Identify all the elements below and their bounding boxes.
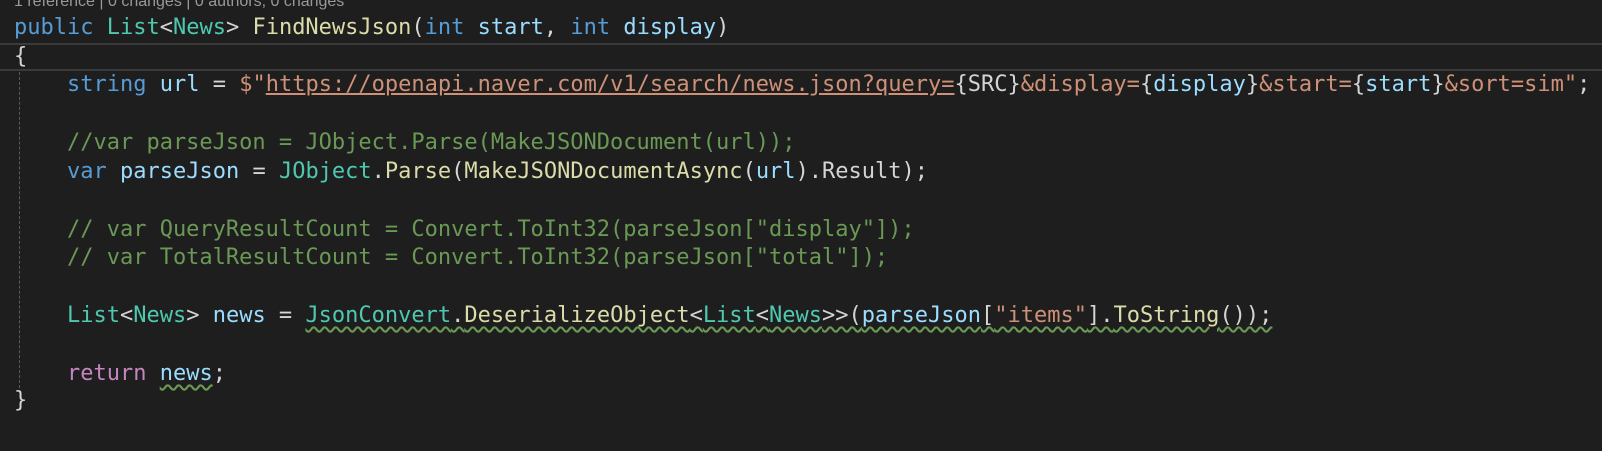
code-line-11[interactable]: List<News> news = JsonConvert.Deserializ… xyxy=(0,302,1602,330)
token-method: ToString xyxy=(1113,303,1220,328)
token-type: News xyxy=(133,303,187,328)
token-operator: = xyxy=(199,72,240,97)
token-brace: } xyxy=(1245,72,1260,97)
token-type: List xyxy=(106,15,160,40)
token-brace: } xyxy=(14,388,28,413)
token-punct: ()); xyxy=(1219,303,1273,328)
token-brace: } xyxy=(1007,72,1021,97)
token-operator: = xyxy=(265,303,306,328)
token-string: "items" xyxy=(994,303,1087,328)
token-punct: ; xyxy=(1577,72,1591,97)
code-line-13[interactable]: return news; xyxy=(0,360,1602,388)
token-keyword: int xyxy=(570,15,611,40)
token-string: $" xyxy=(239,72,266,97)
token-punct: > xyxy=(225,15,253,40)
token-brace: { xyxy=(14,44,28,69)
token-variable: display xyxy=(1153,72,1246,97)
token-keyword: var xyxy=(66,159,107,184)
token-variable: parseJson xyxy=(861,303,981,328)
token-param: start xyxy=(477,15,544,40)
token-punct: ) xyxy=(716,15,730,40)
token-punct: < xyxy=(755,303,770,328)
token-brace: } xyxy=(1431,72,1445,97)
url-link[interactable]: https://openapi.naver.com/v1/search/news… xyxy=(266,72,955,97)
token-type: JObject xyxy=(278,159,372,184)
token-brace: { xyxy=(1139,72,1154,97)
token-comment: // var QueryResultCount = Convert.ToInt3… xyxy=(14,217,915,242)
token-string: &sort=sim" xyxy=(1444,72,1578,97)
token-type: News xyxy=(172,15,226,40)
codelens-references[interactable]: 1 reference | 0 changes | 0 authors, 0 c… xyxy=(14,0,344,10)
code-line-8[interactable]: // var QueryResultCount = Convert.ToInt3… xyxy=(0,216,1602,244)
token-comment: //var parseJson = JObject.Parse(MakeJSON… xyxy=(14,130,796,155)
token-method-name: FindNewsJson xyxy=(252,15,412,40)
code-line-1[interactable]: public List<News> FindNewsJson(int start… xyxy=(0,14,1602,42)
token-punct: < xyxy=(159,15,173,40)
token-punct: . xyxy=(371,159,385,184)
token-identifier: SRC xyxy=(967,72,1008,97)
token-keyword: return xyxy=(66,361,147,386)
token-variable: url xyxy=(755,159,796,184)
token-variable: news xyxy=(159,361,213,386)
token-punct: > xyxy=(186,303,213,328)
token-operator: = xyxy=(239,159,279,184)
token-keyword: string xyxy=(66,72,147,97)
token-punct: ).Result); xyxy=(795,159,929,184)
token-brace: { xyxy=(1351,72,1366,97)
token-type: JsonConvert xyxy=(305,303,452,328)
token-param: display xyxy=(623,15,717,40)
token-method: Parse xyxy=(384,159,452,184)
code-line-9[interactable]: // var TotalResultCount = Convert.ToInt3… xyxy=(0,244,1602,272)
code-line-2[interactable]: { xyxy=(0,43,1602,71)
token-punct: ( xyxy=(742,159,756,184)
token-punct: [ xyxy=(981,303,995,328)
token-punct: ( xyxy=(411,15,425,40)
token-variable: news xyxy=(212,303,266,328)
token-type: List xyxy=(702,303,756,328)
code-line-14[interactable]: } xyxy=(0,387,1602,415)
token-punct: , xyxy=(543,15,571,40)
token-punct: ]. xyxy=(1086,303,1114,328)
code-line-3[interactable]: string url = $"https://openapi.naver.com… xyxy=(0,71,1602,99)
code-line-6[interactable]: var parseJson = JObject.Parse(MakeJSONDo… xyxy=(0,158,1602,186)
code-editor[interactable]: 1 reference | 0 changes | 0 authors, 0 c… xyxy=(0,0,1602,451)
token-variable: url xyxy=(159,72,200,97)
token-punct: ( xyxy=(451,159,465,184)
token-variable: start xyxy=(1365,72,1432,97)
token-keyword: int xyxy=(424,15,465,40)
token-method: MakeJSONDocumentAsync xyxy=(464,159,743,184)
token-string: &display= xyxy=(1020,72,1140,97)
token-keyword: public xyxy=(14,15,94,40)
token-comment: // var TotalResultCount = Convert.ToInt3… xyxy=(14,245,889,270)
token-punct: < xyxy=(689,303,703,328)
token-variable: parseJson xyxy=(119,159,240,184)
token-type: List xyxy=(66,303,120,328)
token-string: &start= xyxy=(1259,72,1352,97)
token-punct: >>( xyxy=(822,303,862,328)
code-line-5[interactable]: //var parseJson = JObject.Parse(MakeJSON… xyxy=(0,129,1602,157)
token-punct: . xyxy=(451,303,465,328)
token-punct: < xyxy=(119,303,134,328)
token-brace: { xyxy=(954,72,968,97)
token-punct: ; xyxy=(212,361,226,386)
token-type: News xyxy=(769,303,823,328)
token-method: DeserializeObject xyxy=(464,303,690,328)
